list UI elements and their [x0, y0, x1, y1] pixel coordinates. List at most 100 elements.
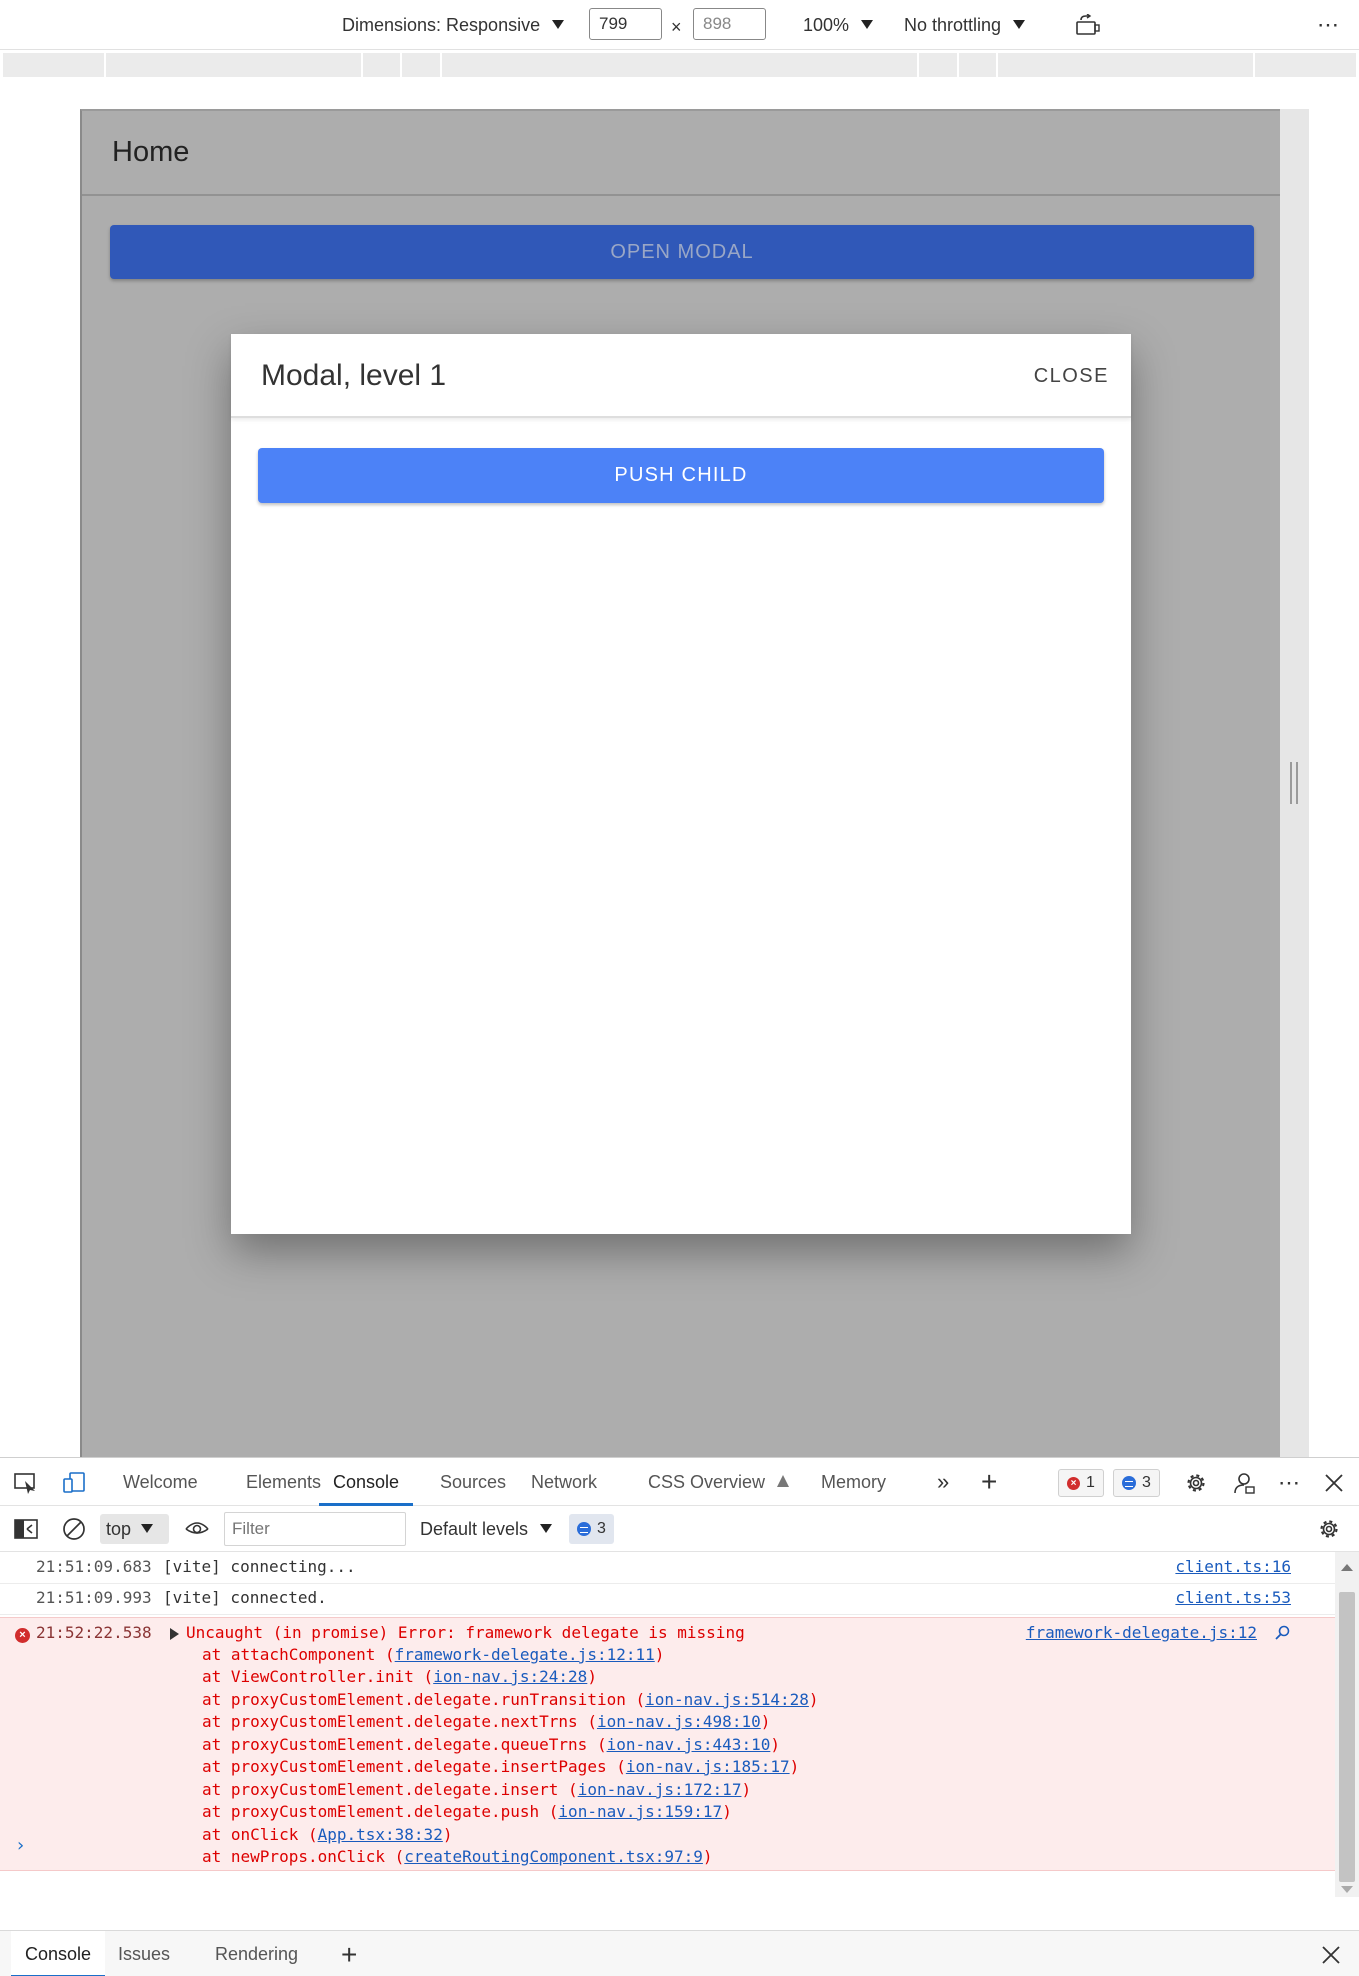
more-tabs-icon[interactable]: »	[937, 1458, 949, 1506]
stack-frame-text: at proxyCustomElement.delegate.push (	[202, 1802, 559, 1821]
console-settings-gear-icon[interactable]	[1315, 1516, 1343, 1542]
stack-frame-text: at attachComponent (	[202, 1645, 395, 1664]
search-icon[interactable]	[1275, 1625, 1291, 1641]
context-selector[interactable]: top	[100, 1514, 169, 1544]
app-header: Home	[82, 111, 1280, 196]
stack-frame-link[interactable]: ion-nav.js:185:17	[626, 1757, 790, 1776]
stack-frame-link[interactable]: ion-nav.js:514:28	[645, 1690, 809, 1709]
scroll-down-icon[interactable]	[1341, 1886, 1353, 1893]
devtools-panel: Welcome Elements Console Sources Network…	[0, 1457, 1359, 1976]
timestamp: 21:51:09.683	[36, 1557, 152, 1576]
stack-frame-link[interactable]: ion-nav.js:24:28	[433, 1667, 587, 1686]
device-emulation-icon[interactable]	[60, 1470, 88, 1496]
add-drawer-tab-icon[interactable]: +	[341, 1931, 357, 1976]
drawer-tab-rendering[interactable]: Rendering	[215, 1931, 298, 1976]
scroll-up-icon[interactable]	[1341, 1564, 1353, 1571]
close-devtools-icon[interactable]	[1320, 1470, 1348, 1496]
error-icon: ×	[15, 1628, 30, 1643]
zoom-label: 100%	[803, 15, 850, 35]
height-input[interactable]: 898	[693, 8, 766, 40]
stack-frame: at proxyCustomElement.delegate.queueTrns…	[202, 1734, 780, 1756]
dimensions-dropdown[interactable]: Dimensions: Responsive	[342, 12, 565, 38]
more-icon[interactable]: ⋯	[1313, 11, 1343, 39]
media-query-bar[interactable]	[3, 53, 1356, 77]
stack-frame-text: at newProps.onClick (	[202, 1847, 405, 1866]
console-prompt[interactable]: ›	[17, 1835, 24, 1856]
stack-frame-link[interactable]: ion-nav.js:443:10	[607, 1735, 771, 1754]
times-sign: ×	[671, 17, 682, 37]
stack-frame-link[interactable]: App.tsx:38:32	[318, 1825, 443, 1844]
settings-gear-icon[interactable]	[1182, 1470, 1210, 1496]
drawer-tabbar: Console Issues Rendering +	[0, 1930, 1359, 1976]
message-count: 3	[597, 1520, 606, 1537]
stack-frame-link[interactable]: ion-nav.js:498:10	[597, 1712, 761, 1731]
zoom-dropdown[interactable]: 100%	[803, 12, 874, 38]
stack-frame: at attachComponent (framework-delegate.j…	[202, 1644, 664, 1666]
tab-memory[interactable]: Memory	[821, 1458, 886, 1506]
modal-dialog: Modal, level 1 CLOSE PUSH CHILD	[231, 334, 1131, 1234]
stack-frame-link[interactable]: ion-nav.js:172:17	[578, 1780, 742, 1799]
close-button[interactable]: CLOSE	[1034, 365, 1109, 388]
resize-handle[interactable]	[1290, 762, 1298, 804]
stack-frame: at onClick (App.tsx:38:32)	[202, 1824, 452, 1846]
stack-frame: at proxyCustomElement.delegate.push (ion…	[202, 1801, 732, 1823]
filter-input[interactable]	[224, 1512, 406, 1546]
dimensions-label: Dimensions: Responsive	[342, 15, 541, 35]
stack-frame-suffix: )	[760, 1712, 771, 1731]
stack-frame: at ViewController.init (ion-nav.js:24:28…	[202, 1666, 597, 1688]
customize-icon[interactable]	[1230, 1470, 1258, 1496]
device-toolbar: Dimensions: Responsive 799 × 898 100% No…	[0, 0, 1359, 50]
ruler-tick	[917, 53, 919, 77]
stack-frame-text: at proxyCustomElement.delegate.queueTrns…	[202, 1735, 607, 1754]
clear-console-icon[interactable]	[60, 1516, 88, 1542]
push-child-button[interactable]: PUSH CHILD	[258, 448, 1104, 503]
error-text: Uncaught (in promise) Error: framework d…	[186, 1623, 745, 1642]
message-count-badge[interactable]: 3	[569, 1514, 614, 1544]
sidebar-toggle-icon[interactable]	[12, 1516, 40, 1542]
stack-frame-text: at onClick (	[202, 1825, 318, 1844]
stack-frame-link[interactable]: framework-delegate.js:12:11	[395, 1645, 655, 1664]
tab-welcome[interactable]: Welcome	[123, 1458, 198, 1506]
tab-sources[interactable]: Sources	[440, 1458, 506, 1506]
scroll-thumb[interactable]	[1339, 1592, 1355, 1882]
stack-frame-text: at proxyCustomElement.delegate.nextTrns …	[202, 1712, 597, 1731]
live-expression-eye-icon[interactable]	[183, 1516, 211, 1542]
tab-elements[interactable]: Elements	[246, 1458, 321, 1506]
rotate-icon[interactable]	[1073, 11, 1103, 39]
source-link[interactable]: framework-delegate.js:12	[1026, 1623, 1257, 1642]
ruler-tick	[440, 53, 442, 77]
expand-triangle-icon[interactable]	[170, 1628, 179, 1640]
chevron-down-icon	[552, 19, 565, 29]
drawer-tab-issues[interactable]: Issues	[118, 1931, 170, 1976]
open-modal-button[interactable]: OPEN MODAL	[110, 225, 1254, 279]
error-icon: ×	[1067, 1476, 1080, 1490]
stack-frame: at newProps.onClick (createRoutingCompon…	[202, 1846, 713, 1868]
stack-frame-suffix: )	[808, 1690, 819, 1709]
tab-css-overview[interactable]: CSS Overview	[648, 1458, 790, 1506]
stack-frame-link[interactable]: createRoutingComponent.tsx:97:9	[404, 1847, 703, 1866]
ruler-tick	[400, 53, 402, 77]
inspect-icon[interactable]	[12, 1470, 40, 1496]
drawer-tab-console[interactable]: Console	[11, 1931, 106, 1976]
info-count-badge[interactable]: 3	[1113, 1469, 1160, 1497]
console-scrollbar[interactable]	[1335, 1552, 1359, 1897]
tab-console[interactable]: Console	[319, 1458, 414, 1506]
close-drawer-icon[interactable]	[1318, 1943, 1344, 1967]
stack-frame: at proxyCustomElement.delegate.insert (i…	[202, 1779, 751, 1801]
throttling-dropdown[interactable]: No throttling	[904, 12, 1026, 38]
log-levels-dropdown[interactable]: Default levels	[420, 1514, 553, 1544]
ruler-tick	[957, 53, 959, 77]
stack-frame-suffix: )	[702, 1847, 713, 1866]
add-tab-icon[interactable]: +	[981, 1458, 997, 1506]
page-title: Home	[112, 136, 190, 168]
more-options-icon[interactable]: ⋯	[1275, 1470, 1303, 1496]
chevron-down-icon	[861, 19, 874, 29]
stack-frame-link[interactable]: ion-nav.js:159:17	[558, 1802, 722, 1821]
source-link[interactable]: client.ts:53	[1175, 1584, 1291, 1612]
modal-header: Modal, level 1 CLOSE	[231, 334, 1131, 418]
width-input[interactable]: 799	[589, 8, 662, 40]
tab-network[interactable]: Network	[531, 1458, 597, 1506]
stack-frame-suffix: )	[442, 1825, 453, 1844]
source-link[interactable]: client.ts:16	[1175, 1553, 1291, 1581]
error-count-badge[interactable]: × 1	[1058, 1469, 1104, 1497]
